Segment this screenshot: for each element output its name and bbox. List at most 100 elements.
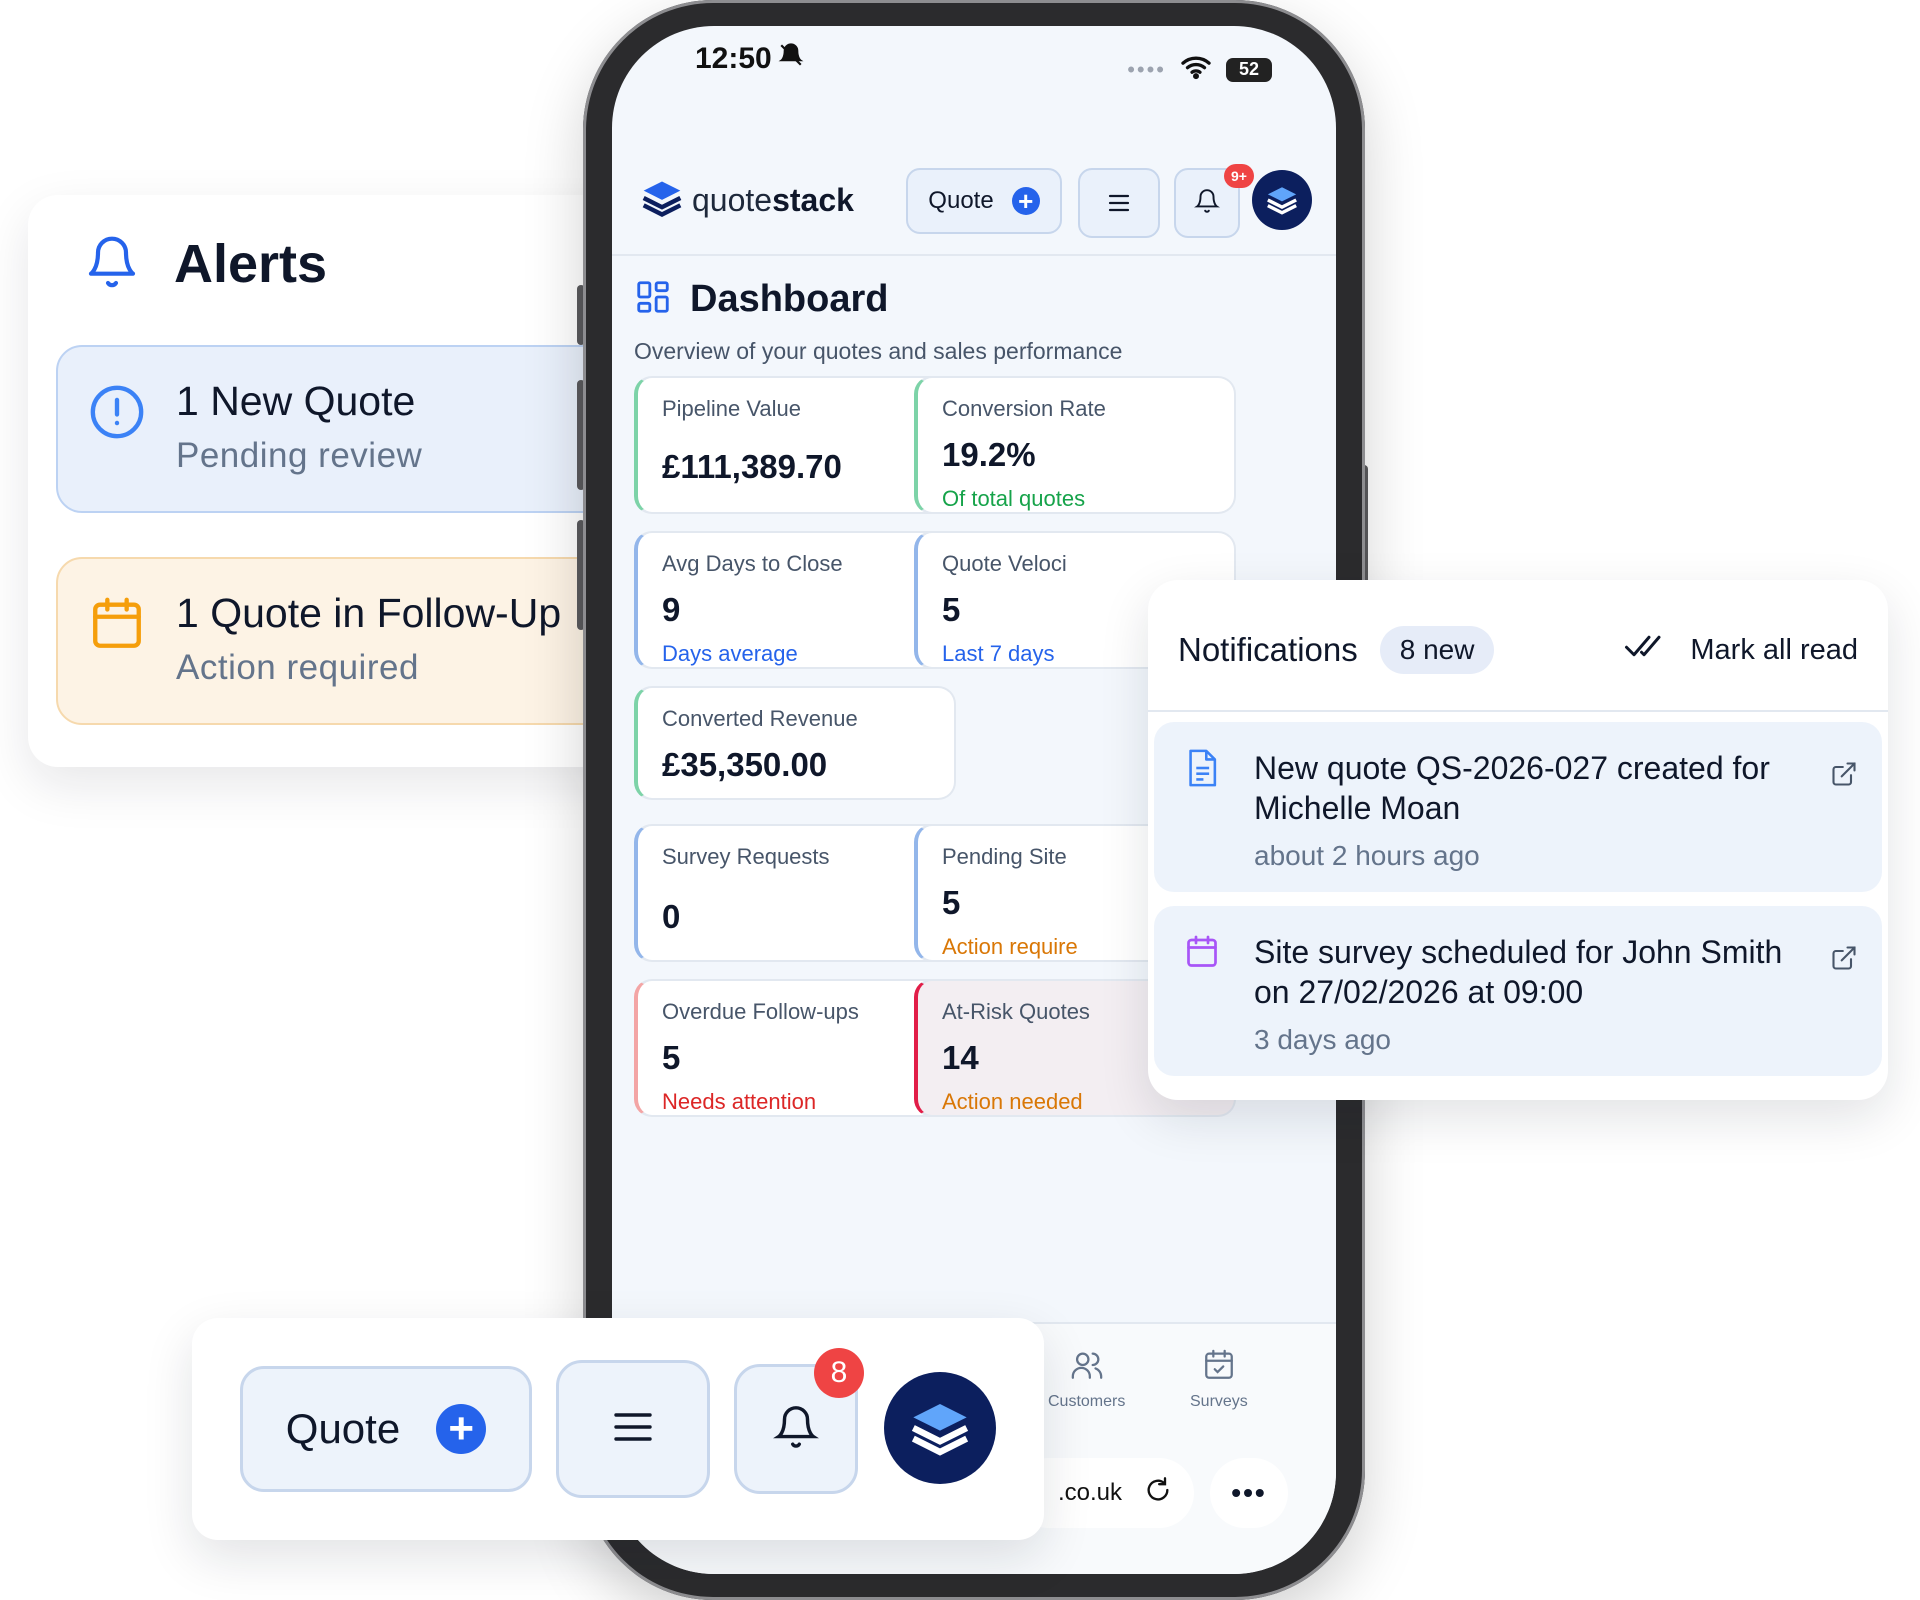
stat-pipeline-value[interactable]: Pipeline Value £111,389.70 [634,376,956,514]
new-quote-button[interactable]: Quote + [240,1366,532,1492]
alert-subtitle: Action required [176,648,419,688]
info-circle-icon [88,377,146,446]
reload-icon[interactable] [1144,1476,1172,1511]
dashboard-header: Dashboard [634,278,888,321]
stat-value: £35,350.00 [662,746,828,783]
hamburger-icon [613,1411,653,1448]
app-logo[interactable]: quotestack [640,176,854,225]
avatar[interactable] [1252,170,1312,230]
new-count-badge: 8 new [1379,626,1495,674]
stat-label: Avg Days to Close [662,551,843,576]
logo-text: quotestack [692,182,854,219]
notification-body: New quote QS-2026-027 created for Michel… [1254,748,1814,892]
nav-customers-label: Customers [1048,1393,1126,1410]
stat-value: 19.2% [942,436,1036,473]
toolbar-card: Quote + 8 [192,1318,1044,1540]
stat-overdue-follow-ups[interactable]: Overdue Follow-ups 5 Needs attention [634,979,956,1117]
nav-surveys[interactable]: Surveys [1190,1348,1248,1411]
battery-icon: 52 [1226,57,1272,82]
stage: Alerts 1 New Quote Pending review 1 Quot… [0,0,1920,1600]
bell-icon [1194,188,1220,219]
notification-text: New quote QS-2026-027 created for Michel… [1254,750,1770,826]
status-bar: 12:50 •••• 52 [612,26,1336,136]
more-dots-icon: ••• [1231,1477,1267,1508]
mark-all-read-button[interactable]: Mark all read [1624,631,1858,669]
url-text: .co.uk [1057,1479,1122,1506]
notifications-title: Notifications [1178,631,1358,668]
stat-value: 0 [662,898,681,935]
bell-icon [84,234,140,295]
stat-value: £111,389.70 [662,448,842,485]
document-icon [1184,748,1220,892]
quote-button-label: Quote [928,187,994,214]
quote-button-label: Quote [285,1405,401,1452]
notification-item[interactable]: Site survey scheduled for John Smith on … [1154,906,1882,1076]
double-check-icon [1624,631,1664,669]
grid-icon [634,278,672,321]
notification-badge: 9+ [1224,164,1254,188]
alert-title: 1 Quote in Follow-Up [176,590,562,636]
stat-label: Quote Veloci [942,551,1067,576]
calendar-icon [1184,932,1220,1076]
new-quote-button[interactable]: Quote + [906,168,1062,234]
status-time: 12:50 [695,42,804,76]
alerts-header: Alerts [84,233,327,295]
hamburger-icon [1108,186,1130,220]
signal-icon: •••• [1127,56,1166,82]
avatar[interactable] [884,1372,996,1484]
stat-label: Conversion Rate [942,396,1106,421]
notification-time: about 2 hours ago [1254,840,1480,871]
notification-body: Site survey scheduled for John Smith on … [1254,932,1814,1076]
external-link-icon[interactable] [1830,760,1858,892]
stack-logo-icon [640,176,684,225]
stat-label: Pipeline Value [662,396,802,421]
nav-surveys-label: Surveys [1190,1393,1248,1410]
stat-value: 9 [662,591,681,628]
menu-button[interactable] [1078,168,1160,238]
plus-icon: + [1011,187,1040,215]
stack-logo-icon [1267,187,1297,215]
stat-avg-days[interactable]: Avg Days to Close 9 Days average [634,531,956,669]
plus-icon: + [436,1404,487,1454]
stat-note: Of total quotes [942,486,1086,511]
divider [1148,710,1888,712]
stat-label: Survey Requests [662,844,830,869]
menu-button[interactable] [556,1360,710,1498]
alert-subtitle: Pending review [176,436,423,476]
logo-bold: stack [772,182,854,218]
alerts-card: Alerts 1 New Quote Pending review 1 Quot… [28,195,696,767]
stat-converted-revenue[interactable]: Converted Revenue £35,350.00 [634,686,956,800]
stat-label: Converted Revenue [662,706,858,731]
page-subtitle: Overview of your quotes and sales perfor… [634,338,1123,364]
notifications-panel: Notifications 8 new Mark all read New qu… [1148,580,1888,1100]
nav-customers[interactable]: Customers [1048,1348,1125,1411]
page-title: Dashboard [690,278,889,320]
wifi-icon [1180,54,1212,85]
status-icons: •••• 52 [1127,54,1272,85]
notification-item[interactable]: New quote QS-2026-027 created for Michel… [1154,722,1882,892]
bell-icon [773,1404,819,1455]
stat-value: 5 [662,1039,681,1076]
alerts-title: Alerts [174,234,328,294]
stat-note: Needs attention [662,1089,817,1114]
mark-all-read-label: Mark all read [1690,633,1858,666]
stat-note: Days average [662,641,798,666]
stack-logo-icon [911,1404,969,1456]
notification-badge: 8 [814,1348,864,1398]
notification-text: Site survey scheduled for John Smith on … [1254,934,1783,1010]
users-icon [1070,1348,1104,1387]
stat-survey-requests[interactable]: Survey Requests 0 [634,824,956,962]
notifications-header: Notifications 8 new Mark all read [1178,620,1858,680]
stat-label: Overdue Follow-ups [662,999,859,1024]
logo-prefix: quote [692,182,773,218]
notification-time: 3 days ago [1254,1024,1391,1055]
more-options-button[interactable]: ••• [1210,1458,1288,1528]
external-link-icon[interactable] [1830,944,1858,1076]
bell-muted-icon [778,42,804,76]
calendar-check-icon [1202,1348,1236,1387]
calendar-icon [88,589,146,658]
alert-title: 1 New Quote [176,378,416,424]
app-header: quotestack Quote + 9+ [612,136,1336,256]
stat-conversion-rate[interactable]: Conversion Rate 19.2% Of total quotes [914,376,1236,514]
status-time-text: 12:50 [695,42,772,75]
